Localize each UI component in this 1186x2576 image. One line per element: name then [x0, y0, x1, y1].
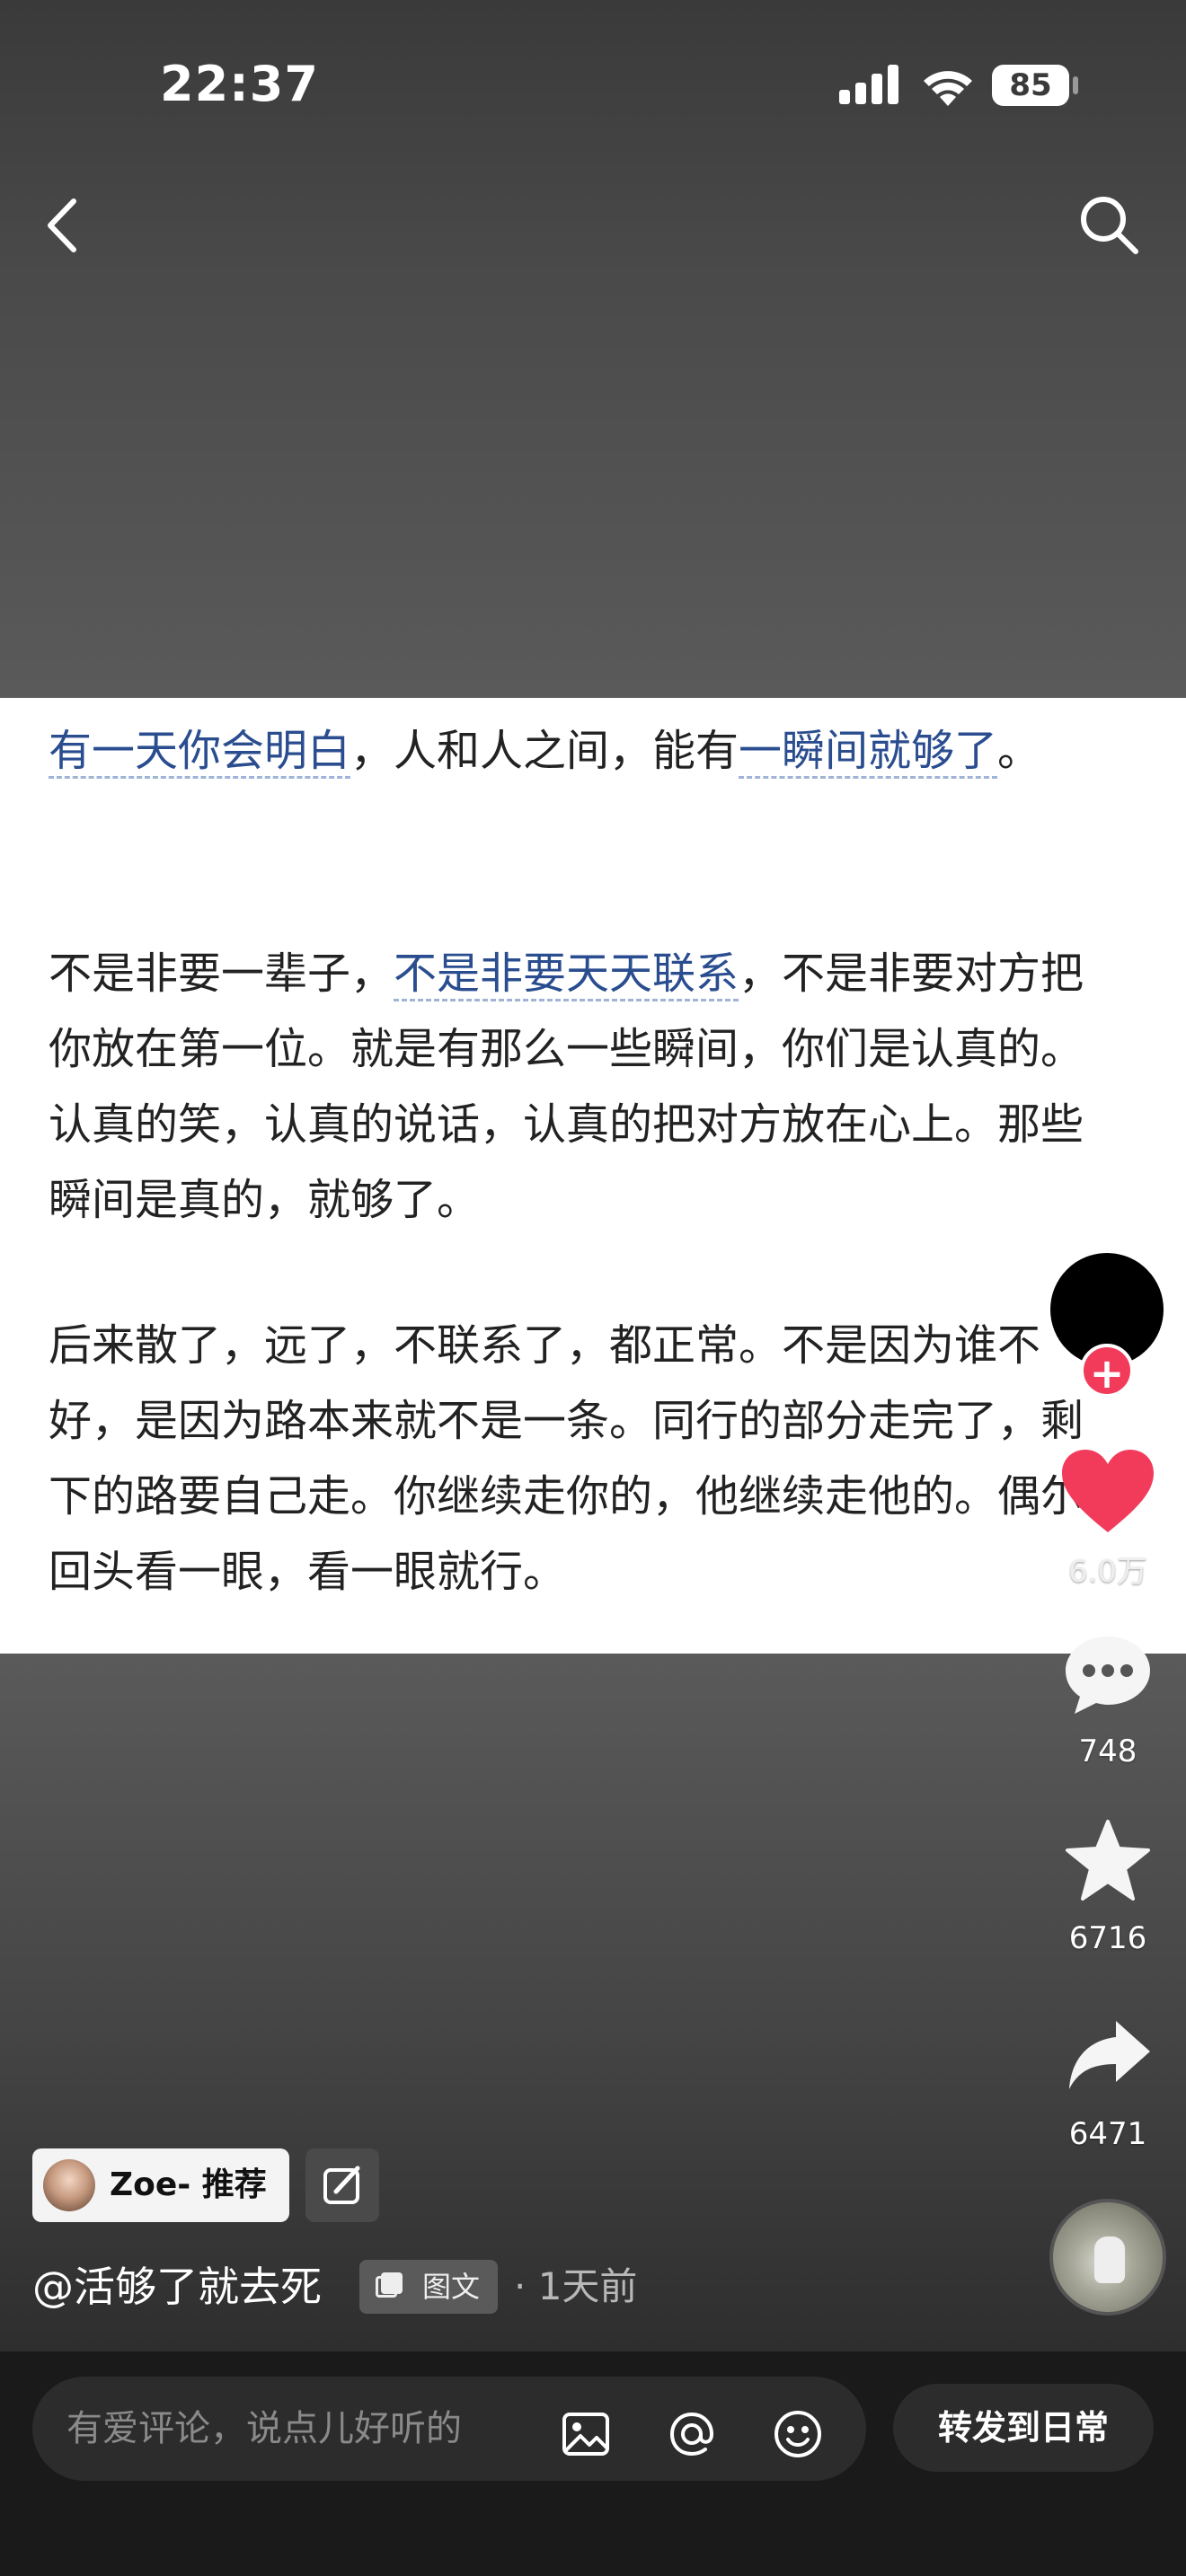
keyword-link[interactable]: 有一天你会明白 — [49, 726, 351, 779]
gallery-icon-front — [381, 2272, 403, 2294]
comment-icon[interactable] — [1062, 1633, 1154, 1717]
comment-count: 748 — [1078, 1734, 1137, 1769]
at-icon[interactable] — [665, 2407, 719, 2461]
heart-icon[interactable] — [1058, 1448, 1157, 1536]
post-type-label: 图文 — [422, 2270, 481, 2304]
music-cover-figure — [1094, 2236, 1125, 2283]
edit-button[interactable] — [305, 2148, 379, 2222]
status-bar: 22:37 85 — [0, 0, 1186, 180]
share-count: 6471 — [1068, 2116, 1147, 2152]
paragraph-text: ，人和人之间，能有 — [350, 726, 739, 776]
keyword-link[interactable]: 不是非要天天联系 — [394, 948, 739, 1001]
author-name[interactable]: @活够了就去死 — [32, 2254, 322, 2319]
bottom-background — [0, 1654, 1186, 2351]
post-paragraph: 后来散了，远了，不联系了，都正常。不是因为谁不好，是因为路本来就不是一条。同行的… — [49, 1308, 1109, 1610]
battery-cap — [1073, 76, 1078, 94]
keyword-link[interactable]: 一瞬间就够了 — [739, 726, 998, 779]
comment-input[interactable]: 有爱评论，说点儿好听的 — [32, 2377, 866, 2481]
image-icon[interactable] — [559, 2407, 613, 2461]
music-disc[interactable] — [1049, 2199, 1166, 2316]
post-paragraph: 不是非要一辈子，不是非要天天联系，不是非要对方把你放在第一位。就是有那么一些瞬间… — [49, 936, 1109, 1238]
cellular-signal-icon — [839, 65, 898, 104]
like-count: 6.0万 — [1067, 1554, 1148, 1590]
comment-placeholder: 有爱评论，说点儿好听的 — [66, 2408, 462, 2449]
wifi-icon — [924, 71, 972, 106]
post-paragraph: 有一天你会明白，人和人之间，能有一瞬间就够了。 — [49, 713, 1109, 789]
edit-icon — [323, 2166, 360, 2204]
paragraph-text: 。 — [997, 726, 1041, 776]
forward-to-daily-button[interactable]: 转发到日常 — [893, 2384, 1154, 2472]
search-icon[interactable] — [1076, 192, 1141, 257]
favorite-count: 6716 — [1068, 1920, 1147, 1956]
recommender-label: Zoe- 推荐 — [110, 2166, 267, 2203]
status-time: 22:37 — [160, 56, 319, 112]
back-icon[interactable] — [40, 196, 86, 255]
paragraph-text: 后来散了，远了，不联系了，都正常。不是因为谁不好，是因为路本来就不是一条。同行的… — [49, 1320, 1084, 1597]
post-text-card: 有一天你会明白，人和人之间，能有一瞬间就够了。 不是非要一辈子，不是非要天天联系… — [0, 698, 1186, 1654]
recommender-avatar — [43, 2159, 95, 2211]
paragraph-text: 不是非要一辈子， — [49, 948, 394, 999]
recommender-chip[interactable]: Zoe- 推荐 — [32, 2148, 289, 2222]
emoji-icon[interactable] — [771, 2407, 825, 2461]
star-icon[interactable] — [1064, 1818, 1152, 1902]
share-icon[interactable] — [1066, 2017, 1152, 2093]
post-time: · 1天前 — [514, 2264, 638, 2308]
battery-indicator: 85 — [992, 65, 1069, 106]
follow-plus-icon[interactable]: + — [1080, 1344, 1134, 1398]
post-type-tag: 图文 — [359, 2260, 498, 2314]
